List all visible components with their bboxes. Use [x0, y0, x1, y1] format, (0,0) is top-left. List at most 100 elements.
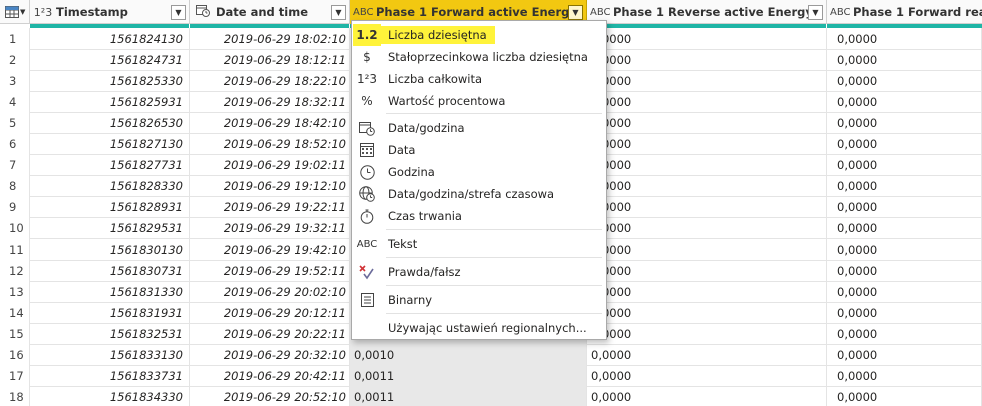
- phase1-forward-reactive-cell[interactable]: 0,0000: [827, 301, 982, 324]
- timestamp-cell[interactable]: 1561829531: [30, 217, 190, 240]
- phase1-forward-reactive-cell[interactable]: 0,0000: [827, 133, 982, 156]
- phase1-forward-reactive-cell[interactable]: 0,0000: [827, 91, 982, 114]
- date-time-cell[interactable]: 2019-06-29 18:22:10: [190, 70, 350, 93]
- phase1-forward-reactive-cell[interactable]: 0,0000: [827, 364, 982, 387]
- column-header-date-and-time[interactable]: Date and time ▼: [190, 0, 350, 24]
- phase1-reverse-active-cell[interactable]: 0,0000: [587, 322, 827, 345]
- phase1-reverse-active-cell[interactable]: 0,0000: [587, 112, 827, 135]
- row-number[interactable]: 16: [0, 343, 30, 366]
- phase1-forward-reactive-cell[interactable]: 0,0000: [827, 217, 982, 240]
- row-number[interactable]: 3: [0, 70, 30, 93]
- timestamp-cell[interactable]: 1561830130: [30, 238, 190, 261]
- date-time-cell[interactable]: 2019-06-29 20:52:10: [190, 385, 350, 406]
- phase1-forward-reactive-cell[interactable]: 0,0000: [827, 196, 982, 219]
- timestamp-cell[interactable]: 1561827130: [30, 133, 190, 156]
- row-number[interactable]: 2: [0, 49, 30, 72]
- timestamp-cell[interactable]: 1561824130: [30, 28, 190, 50]
- table-row[interactable]: 16 1561833130 2019-06-29 20:32:10 0,0010 0,0…: [0, 343, 982, 366]
- phase1-forward-reactive-cell[interactable]: 0,0000: [827, 154, 982, 177]
- menu-item-percentage[interactable]: % Wartość procentowa: [353, 90, 605, 112]
- row-number[interactable]: 9: [0, 196, 30, 219]
- phase1-reverse-active-cell[interactable]: 0,0000: [587, 196, 827, 219]
- phase1-forward-reactive-cell[interactable]: 0,0000: [827, 49, 982, 72]
- column-filter-button[interactable]: ▼: [331, 4, 346, 20]
- date-time-cell[interactable]: 2019-06-29 18:12:11: [190, 49, 350, 72]
- row-number[interactable]: 5: [0, 112, 30, 135]
- table-row[interactable]: 17 1561833731 2019-06-29 20:42:11 0,0011 0,0…: [0, 364, 982, 387]
- row-number[interactable]: 4: [0, 91, 30, 114]
- timestamp-cell[interactable]: 1561828931: [30, 196, 190, 219]
- phase1-forward-reactive-cell[interactable]: 0,0000: [827, 238, 982, 261]
- date-time-cell[interactable]: 2019-06-29 19:42:10: [190, 238, 350, 261]
- date-time-cell[interactable]: 2019-06-29 18:42:10: [190, 112, 350, 135]
- timestamp-cell[interactable]: 1561827731: [30, 154, 190, 177]
- menu-item-date[interactable]: Data: [353, 139, 605, 161]
- phase1-reverse-active-cell[interactable]: 0,0000: [587, 385, 827, 406]
- date-time-cell[interactable]: 2019-06-29 18:02:10: [190, 28, 350, 50]
- phase1-reverse-active-cell[interactable]: 0,0000: [587, 217, 827, 240]
- menu-item-time[interactable]: Godzina: [353, 161, 605, 183]
- date-time-cell[interactable]: 2019-06-29 19:32:11: [190, 217, 350, 240]
- menu-item-true-false[interactable]: Prawda/fałsz: [353, 261, 605, 283]
- row-number[interactable]: 13: [0, 280, 30, 303]
- date-time-cell[interactable]: 2019-06-29 20:12:11: [190, 301, 350, 324]
- menu-item-decimal[interactable]: 1.2 Liczba dziesiętna: [353, 24, 605, 46]
- date-time-cell[interactable]: 2019-06-29 20:42:11: [190, 364, 350, 387]
- row-number[interactable]: 6: [0, 133, 30, 156]
- phase1-reverse-active-cell[interactable]: 0,0000: [587, 259, 827, 282]
- phase1-reverse-active-cell[interactable]: 0,0000: [587, 343, 827, 366]
- phase1-reverse-active-cell[interactable]: 0,0000: [587, 133, 827, 156]
- row-number[interactable]: 7: [0, 154, 30, 177]
- phase1-reverse-active-cell[interactable]: 0,0000: [587, 301, 827, 324]
- date-time-cell[interactable]: 2019-06-29 20:32:10: [190, 343, 350, 366]
- phase1-forward-reactive-cell[interactable]: 0,0000: [827, 70, 982, 93]
- phase1-reverse-active-cell[interactable]: 0,0000: [587, 175, 827, 198]
- phase1-forward-reactive-cell[interactable]: 0,0000: [827, 280, 982, 303]
- column-header-phase1-reverse-active[interactable]: ABC Phase 1 Reverse active Energy kWh ▼: [587, 0, 827, 24]
- text-type-icon[interactable]: ABC: [830, 7, 851, 18]
- column-header-phase1-forward-reactive[interactable]: ABC Phase 1 Forward reactive E: [827, 0, 982, 24]
- timestamp-cell[interactable]: 1561831330: [30, 280, 190, 303]
- date-time-cell[interactable]: 2019-06-29 18:52:10: [190, 133, 350, 156]
- column-header-timestamp[interactable]: 1²3 Timestamp ▼: [30, 0, 190, 24]
- phase1-reverse-active-cell[interactable]: 0,0000: [587, 28, 827, 50]
- row-number[interactable]: 12: [0, 259, 30, 282]
- phase1-reverse-active-cell[interactable]: 0,0000: [587, 49, 827, 72]
- menu-item-binary[interactable]: Binarny: [353, 289, 605, 311]
- text-type-icon[interactable]: ABC: [353, 7, 374, 18]
- date-time-cell[interactable]: 2019-06-29 19:12:10: [190, 175, 350, 198]
- timestamp-cell[interactable]: 1561824731: [30, 49, 190, 72]
- menu-item-duration[interactable]: Czas trwania: [353, 205, 605, 227]
- table-menu-button[interactable]: ▼: [0, 0, 30, 24]
- row-number[interactable]: 15: [0, 322, 30, 345]
- phase1-reverse-active-cell[interactable]: 0,0000: [587, 70, 827, 93]
- phase1-forward-reactive-cell[interactable]: 0,0000: [827, 112, 982, 135]
- date-time-cell[interactable]: 2019-06-29 19:22:11: [190, 196, 350, 219]
- date-time-cell[interactable]: 2019-06-29 18:32:11: [190, 91, 350, 114]
- phase1-reverse-active-cell[interactable]: 0,0000: [587, 238, 827, 261]
- phase1-reverse-active-cell[interactable]: 0,0000: [587, 154, 827, 177]
- phase1-forward-reactive-cell[interactable]: 0,0000: [827, 343, 982, 366]
- phase1-forward-reactive-cell[interactable]: 0,0000: [827, 175, 982, 198]
- column-filter-button[interactable]: ▼: [568, 4, 583, 20]
- phase1-reverse-active-cell[interactable]: 0,0000: [587, 364, 827, 387]
- timestamp-cell[interactable]: 1561833731: [30, 364, 190, 387]
- phase1-forward-active-cell[interactable]: 0,0010: [350, 343, 587, 366]
- date-time-cell[interactable]: 2019-06-29 20:02:10: [190, 280, 350, 303]
- phase1-reverse-active-cell[interactable]: 0,0000: [587, 280, 827, 303]
- date-time-cell[interactable]: 2019-06-29 19:52:11: [190, 259, 350, 282]
- phase1-forward-reactive-cell[interactable]: 0,0000: [827, 322, 982, 345]
- timestamp-cell[interactable]: 1561825330: [30, 70, 190, 93]
- row-number[interactable]: 17: [0, 364, 30, 387]
- row-number[interactable]: 14: [0, 301, 30, 324]
- phase1-forward-reactive-cell[interactable]: 0,0000: [827, 259, 982, 282]
- phase1-forward-active-cell[interactable]: 0,0011: [350, 364, 587, 387]
- row-number[interactable]: 11: [0, 238, 30, 261]
- timestamp-cell[interactable]: 1561828330: [30, 175, 190, 198]
- timestamp-cell[interactable]: 1561834330: [30, 385, 190, 406]
- datetime-type-icon[interactable]: [193, 4, 213, 20]
- whole-number-type-icon[interactable]: 1²3: [33, 6, 53, 19]
- timestamp-cell[interactable]: 1561833130: [30, 343, 190, 366]
- date-time-cell[interactable]: 2019-06-29 20:22:11: [190, 322, 350, 345]
- phase1-forward-reactive-cell[interactable]: 0,0000: [827, 28, 982, 50]
